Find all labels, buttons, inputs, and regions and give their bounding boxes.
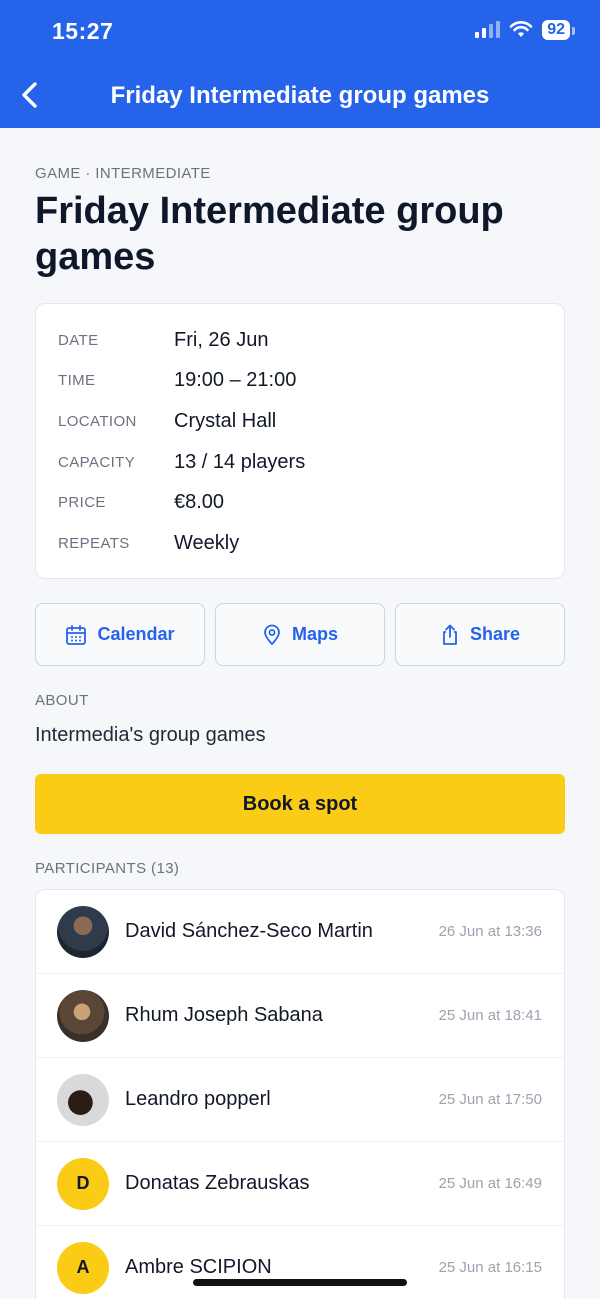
participant-row[interactable]: D Donatas Zebrauskas 25 Jun at 16:49	[36, 1142, 564, 1226]
share-button-label: Share	[469, 624, 521, 644]
detail-row-time: TIME 19:00 – 21:00	[36, 361, 564, 402]
top-bar: 15:27 92 Friday Intermediate group games	[0, 0, 600, 128]
share-button[interactable]: Share	[395, 603, 565, 666]
status-icons: 92	[474, 20, 575, 40]
participant-row[interactable]: Leandro popperl 25 Jun at 17:50	[36, 1058, 564, 1142]
participant-row[interactable]: A Ambre SCIPION 25 Jun at 16:15	[36, 1226, 564, 1299]
detail-label: REPEATS	[58, 534, 130, 552]
wifi-icon	[509, 21, 533, 37]
participant-name: David Sánchez-Seco Martin	[125, 920, 373, 942]
detail-label: DATE	[58, 331, 99, 349]
battery-indicator: 92	[542, 20, 575, 40]
avatar-initial: D	[57, 1157, 109, 1210]
avatar	[57, 1073, 109, 1126]
cellular-signal-icon	[475, 21, 501, 38]
participant-joined-time: 25 Jun at 17:50	[438, 1091, 542, 1108]
participant-joined-time: 25 Jun at 16:15	[438, 1259, 542, 1276]
detail-value: 13 / 14 players	[174, 450, 306, 473]
participant-name: Rhum Joseph Sabana	[125, 1004, 323, 1026]
participant-name: Donatas Zebrauskas	[125, 1172, 310, 1194]
detail-value: Weekly	[174, 531, 240, 554]
participants-label: PARTICIPANTS (13)	[35, 860, 180, 877]
participants-list: David Sánchez-Seco Martin 26 Jun at 13:3…	[35, 889, 565, 1299]
detail-label: PRICE	[58, 494, 106, 512]
nav-title: Friday Intermediate group games	[110, 82, 490, 109]
participant-name: Ambre SCIPION	[125, 1256, 272, 1278]
status-time: 15:27	[52, 18, 114, 44]
calendar-button[interactable]: Calendar	[35, 603, 205, 666]
share-icon	[443, 624, 457, 645]
avatar	[57, 905, 109, 958]
calendar-icon	[66, 624, 87, 645]
detail-row-date: DATE Fri, 26 Jun	[36, 320, 564, 361]
event-details-card: DATE Fri, 26 Jun TIME 19:00 – 21:00 LOCA…	[35, 303, 565, 579]
detail-label: LOCATION	[58, 412, 137, 430]
event-category: GAME · INTERMEDIATE	[35, 165, 211, 182]
detail-label: CAPACITY	[58, 453, 136, 471]
detail-label: TIME	[58, 372, 96, 390]
participant-name: Leandro popperl	[125, 1088, 271, 1110]
detail-value: Fri, 26 Jun	[174, 328, 269, 351]
detail-value: €8.00	[174, 491, 225, 514]
book-spot-label: Book a spot	[242, 792, 358, 815]
detail-row-price: PRICE €8.00	[36, 482, 564, 523]
detail-value: 19:00 – 21:00	[174, 369, 297, 392]
about-text: Intermedia's group games	[35, 724, 266, 746]
participant-joined-time: 26 Jun at 13:36	[438, 923, 542, 940]
about-label: ABOUT	[35, 692, 89, 709]
participant-joined-time: 25 Jun at 16:49	[438, 1175, 542, 1192]
avatar-initial: A	[57, 1241, 109, 1294]
maps-button-label: Maps	[291, 624, 338, 644]
participant-row[interactable]: David Sánchez-Seco Martin 26 Jun at 13:3…	[36, 890, 564, 974]
detail-row-location: LOCATION Crystal Hall	[36, 401, 564, 442]
participant-joined-time: 25 Jun at 18:41	[438, 1007, 542, 1024]
home-indicator	[193, 1279, 407, 1286]
maps-button[interactable]: Maps	[215, 603, 385, 666]
participant-row[interactable]: Rhum Joseph Sabana 25 Jun at 18:41	[36, 974, 564, 1058]
avatar	[57, 989, 109, 1042]
action-buttons: Calendar Maps Share	[35, 603, 565, 666]
page-title: Friday Intermediate group games	[35, 190, 504, 278]
detail-row-repeats: REPEATS Weekly	[36, 523, 564, 564]
calendar-button-label: Calendar	[97, 624, 175, 644]
detail-value: Crystal Hall	[174, 409, 277, 432]
detail-row-capacity: CAPACITY 13 / 14 players	[36, 442, 564, 483]
map-pin-icon	[264, 624, 280, 645]
book-spot-button[interactable]: Book a spot	[35, 774, 565, 834]
